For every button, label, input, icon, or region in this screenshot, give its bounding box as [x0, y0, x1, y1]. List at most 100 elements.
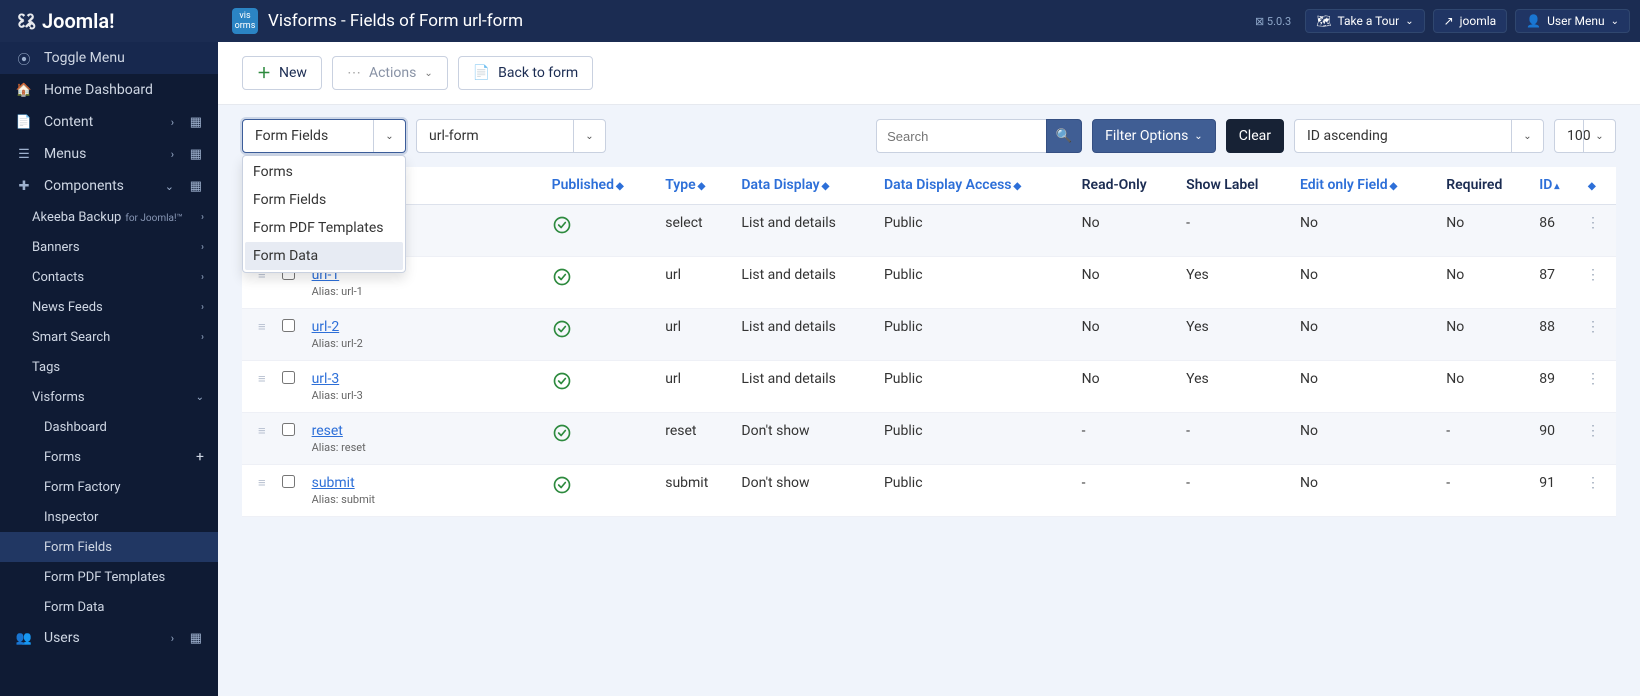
dd-option-pdf[interactable]: Form PDF Templates: [245, 214, 403, 242]
table-row: ≡ url-1 Alias: url-1 url List and detail…: [242, 257, 1616, 309]
sidebar-vf-forms[interactable]: Forms +: [0, 442, 218, 472]
limit-trigger[interactable]: 100 ⌄: [1554, 119, 1616, 153]
take-tour-button[interactable]: 🗺 Take a Tour ⌄: [1305, 9, 1424, 33]
datadisplay-cell: List and details: [733, 205, 876, 257]
sidebar-label: Visforms: [32, 390, 85, 405]
col-published[interactable]: Published◆: [544, 167, 658, 205]
datadisplay-cell: List and details: [733, 257, 876, 309]
published-cell[interactable]: [544, 465, 658, 517]
readonly-cell: No: [1074, 361, 1179, 413]
dd-option-fields[interactable]: Form Fields: [245, 186, 403, 214]
drag-handle[interactable]: ≡: [242, 361, 274, 413]
col-showlabel: Show Label: [1178, 167, 1292, 205]
sidebar-vf-inspector[interactable]: Inspector: [0, 502, 218, 532]
row-actions[interactable]: ⋮: [1578, 413, 1616, 465]
published-cell[interactable]: [544, 309, 658, 361]
sidebar-label: Forms: [44, 450, 81, 465]
sidebar-item-users[interactable]: 👥 Users › ▦: [0, 622, 218, 654]
sidebar-vf-pdf[interactable]: Form PDF Templates: [0, 562, 218, 592]
col-editonly[interactable]: Edit only Field◆: [1292, 167, 1438, 205]
col-actions[interactable]: ◆: [1578, 167, 1616, 205]
readonly-cell: No: [1074, 205, 1179, 257]
sidebar-label: Form Factory: [44, 480, 121, 495]
check-circle-icon: [552, 319, 572, 339]
field-name-link[interactable]: reset: [312, 423, 343, 439]
published-cell[interactable]: [544, 257, 658, 309]
user-menu-button[interactable]: 👤 User Menu ⌄: [1515, 9, 1630, 33]
brand-text: Joomla!: [42, 9, 114, 33]
row-actions[interactable]: ⋮: [1578, 309, 1616, 361]
sidebar-item-content[interactable]: 📄 Content › ▦: [0, 106, 218, 138]
drag-handle[interactable]: ≡: [242, 413, 274, 465]
field-alias: Alias: url-2: [312, 337, 536, 350]
field-name-link[interactable]: url-2: [312, 319, 340, 335]
form-select: url-form ⌄: [416, 119, 606, 153]
sidebar-item-home[interactable]: 🏠 Home Dashboard: [0, 74, 218, 106]
sidebar-vf-fields[interactable]: Form Fields: [0, 532, 218, 562]
search-input[interactable]: [876, 119, 1046, 153]
id-cell: 88: [1531, 309, 1578, 361]
col-id[interactable]: ID▴: [1531, 167, 1578, 205]
grid-icon[interactable]: ▦: [190, 115, 202, 130]
back-button[interactable]: 📄 Back to form: [458, 56, 593, 90]
row-check[interactable]: [282, 423, 295, 436]
editonly-cell: No: [1292, 413, 1438, 465]
clear-button[interactable]: Clear: [1226, 119, 1284, 153]
row-actions[interactable]: ⋮: [1578, 361, 1616, 413]
form-select-trigger[interactable]: url-form ⌄: [416, 119, 606, 153]
drag-handle[interactable]: ≡: [242, 309, 274, 361]
search-group: 🔍: [876, 119, 1082, 153]
sidebar-sub-newsfeeds[interactable]: News Feeds›: [0, 292, 218, 322]
sidebar-item-components[interactable]: ✚ Components ⌄ ▦: [0, 170, 218, 202]
row-actions[interactable]: ⋮: [1578, 257, 1616, 309]
field-name-link[interactable]: submit: [312, 475, 355, 491]
file-icon: 📄: [16, 114, 32, 130]
row-actions[interactable]: ⋮: [1578, 465, 1616, 517]
drag-handle[interactable]: ≡: [242, 465, 274, 517]
actions-button[interactable]: ⋯ Actions ⌄: [332, 56, 448, 90]
sidebar-sub-visforms[interactable]: Visforms⌄: [0, 382, 218, 412]
list-icon: ☰: [16, 146, 32, 162]
grid-icon[interactable]: ▦: [190, 179, 202, 194]
dd-option-forms[interactable]: Forms: [245, 158, 403, 186]
editonly-cell: No: [1292, 205, 1438, 257]
col-ddaccess[interactable]: Data Display Access◆: [876, 167, 1074, 205]
frontend-link-button[interactable]: ↗ joomla: [1433, 9, 1508, 33]
filter-options-button[interactable]: Filter Options ⌄: [1092, 119, 1216, 153]
sidebar-item-menus[interactable]: ☰ Menus › ▦: [0, 138, 218, 170]
check-circle-icon: [552, 371, 572, 391]
sidebar-sub-akeeba[interactable]: Akeeba Backupfor Joomla!™ ›: [0, 202, 218, 232]
row-check[interactable]: [282, 319, 295, 332]
sort-trigger[interactable]: ID ascending ⌄: [1294, 119, 1544, 153]
sidebar-sub-contacts[interactable]: Contacts›: [0, 262, 218, 292]
sidebar-sub-smartsearch[interactable]: Smart Search›: [0, 322, 218, 352]
chevron-down-icon: ⌄: [165, 180, 174, 193]
field-alias: Alias: url-1: [312, 285, 536, 298]
row-check[interactable]: [282, 475, 295, 488]
sidebar-sub-banners[interactable]: Banners›: [0, 232, 218, 262]
sidebar-vf-dashboard[interactable]: Dashboard: [0, 412, 218, 442]
published-cell[interactable]: [544, 205, 658, 257]
type-cell: url: [657, 309, 733, 361]
field-alias: Alias: submit: [312, 493, 536, 506]
published-cell[interactable]: [544, 413, 658, 465]
sidebar-sub-tags[interactable]: Tags: [0, 352, 218, 382]
new-button[interactable]: ＋ New: [242, 56, 322, 90]
brand[interactable]: Joomla!: [0, 9, 218, 33]
sidebar-vf-data[interactable]: Form Data: [0, 592, 218, 622]
plus-icon[interactable]: +: [196, 449, 204, 465]
dd-option-data[interactable]: Form Data: [245, 242, 403, 270]
grid-icon[interactable]: ▦: [190, 147, 202, 162]
col-datadisplay[interactable]: Data Display◆: [733, 167, 876, 205]
col-type[interactable]: Type◆: [657, 167, 733, 205]
row-actions[interactable]: ⋮: [1578, 205, 1616, 257]
published-cell[interactable]: [544, 361, 658, 413]
sidebar-vf-factory[interactable]: Form Factory: [0, 472, 218, 502]
toggle-menu[interactable]: ⦿ Toggle Menu: [0, 42, 218, 74]
view-type-trigger[interactable]: Form Fields ⌄: [242, 119, 406, 153]
search-button[interactable]: 🔍: [1046, 119, 1082, 153]
readonly-cell: No: [1074, 309, 1179, 361]
field-name-link[interactable]: url-3: [312, 371, 340, 387]
row-check[interactable]: [282, 371, 295, 384]
grid-icon[interactable]: ▦: [190, 631, 202, 646]
